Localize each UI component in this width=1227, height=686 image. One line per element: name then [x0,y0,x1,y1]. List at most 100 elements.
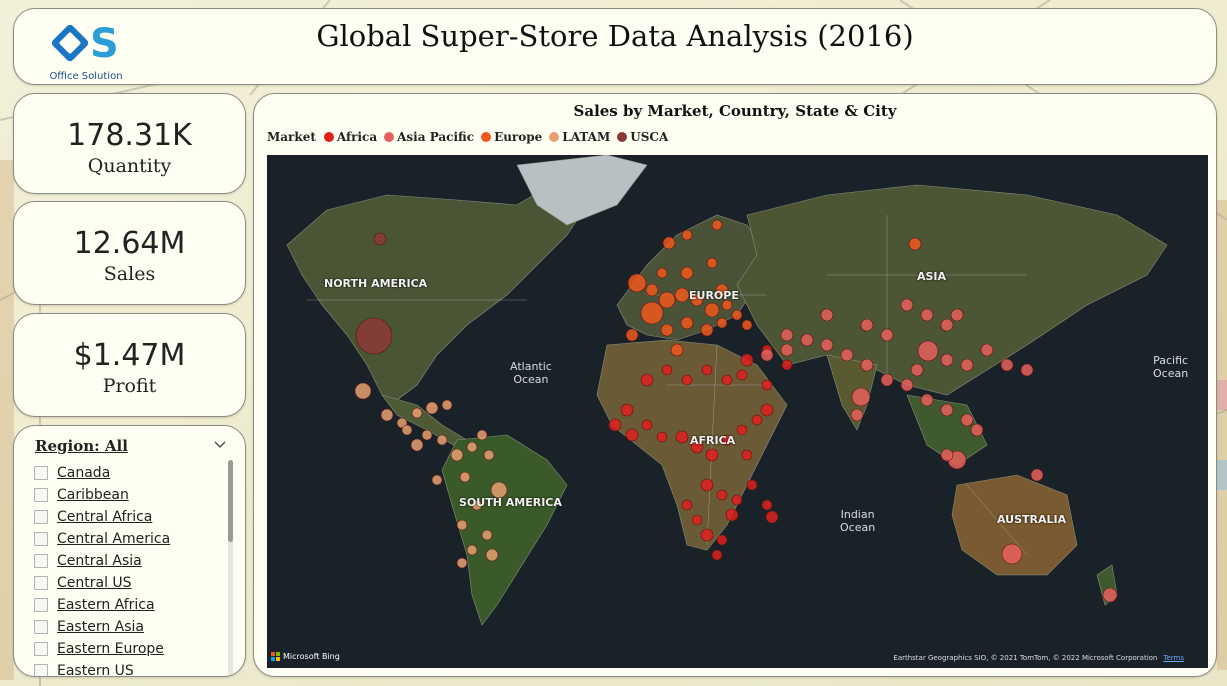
checkbox[interactable] [34,620,48,634]
slicer-scrollbar[interactable] [228,460,233,675]
sales-bubble[interactable] [705,448,719,462]
world-map[interactable]: NORTH AMERICA EUROPE ASIA AFRICA SOUTH A… [267,155,1208,668]
sales-bubble[interactable] [645,283,659,297]
sales-bubble[interactable] [436,434,448,446]
sales-bubble[interactable] [820,338,834,352]
sales-bubble[interactable] [860,318,874,332]
sales-bubble[interactable] [459,471,471,483]
chevron-down-icon[interactable] [213,440,227,450]
sales-bubble[interactable] [721,374,733,386]
legend-item-usca[interactable]: USCA [617,130,668,144]
sales-bubble[interactable] [608,418,622,432]
sales-bubble[interactable] [675,430,689,444]
sales-bubble[interactable] [1020,363,1034,377]
sales-bubble[interactable] [960,358,974,372]
sales-bubbles[interactable] [267,155,1208,668]
sales-bubble[interactable] [481,529,493,541]
slicer-item[interactable]: Caribbean [34,484,224,506]
checkbox[interactable] [34,554,48,568]
sales-bubble[interactable] [658,291,676,309]
sales-bubble[interactable] [410,438,424,452]
sales-bubble[interactable] [900,378,914,392]
sales-bubble[interactable] [355,317,393,355]
sales-bubble[interactable] [736,369,748,381]
checkbox[interactable] [34,466,48,480]
slicer-item[interactable]: Eastern Europe [34,638,224,660]
sales-bubble[interactable] [680,266,694,280]
sales-bubble[interactable] [820,308,834,322]
sales-bubble[interactable] [960,413,974,427]
slicer-item-label[interactable]: Central Asia [57,553,142,569]
sales-bubble[interactable] [800,333,814,347]
sales-bubble[interactable] [1030,468,1044,482]
sales-bubble[interactable] [765,510,779,524]
checkbox[interactable] [34,576,48,590]
sales-bubble[interactable] [701,364,713,376]
sales-bubble[interactable] [741,319,753,331]
sales-bubble[interactable] [681,229,693,241]
slicer-item[interactable]: Central America [34,528,224,550]
sales-bubble[interactable] [736,424,748,436]
sales-bubble[interactable] [411,407,423,419]
sales-bubble[interactable] [656,431,668,443]
checkbox[interactable] [34,532,48,546]
sales-bubble[interactable] [917,340,939,362]
sales-bubble[interactable] [711,549,723,561]
sales-bubble[interactable] [1000,358,1014,372]
sales-bubble[interactable] [421,429,433,441]
sales-bubble[interactable] [760,403,774,417]
sales-bubble[interactable] [691,514,703,526]
sales-bubble[interactable] [681,499,693,511]
sales-bubble[interactable] [640,301,664,325]
checkbox[interactable] [34,598,48,612]
sales-bubble[interactable] [940,353,954,367]
sales-bubble[interactable] [716,317,728,329]
sales-bubble[interactable] [700,528,714,542]
sales-bubble[interactable] [466,441,478,453]
slicer-item[interactable]: Central Asia [34,550,224,572]
sales-bubble[interactable] [780,328,794,342]
sales-bubble[interactable] [441,399,453,411]
sales-bubble[interactable] [711,219,723,231]
sales-bubble[interactable] [485,548,499,562]
slicer-item[interactable]: Canada [34,462,224,484]
sales-bubble[interactable] [456,519,468,531]
sales-bubble[interactable] [401,424,413,436]
sales-bubble[interactable] [431,474,443,486]
sales-bubble[interactable] [940,318,954,332]
sales-bubble[interactable] [476,429,488,441]
sales-bubble[interactable] [450,448,464,462]
sales-bubble[interactable] [373,232,387,246]
sales-bubble[interactable] [781,359,793,371]
sales-bubble[interactable] [731,494,743,506]
sales-bubble[interactable] [761,499,773,511]
sales-bubble[interactable] [425,401,439,415]
sales-bubble[interactable] [662,236,676,250]
sales-bubble[interactable] [700,323,714,337]
sales-bubble[interactable] [725,508,739,522]
slicer-item-label[interactable]: Central America [57,531,170,547]
sales-bubble[interactable] [640,373,654,387]
sales-bubble[interactable] [880,328,894,342]
slicer-item[interactable]: Eastern Asia [34,616,224,638]
slicer-item-label[interactable]: Eastern US [57,663,134,676]
sales-bubble[interactable] [716,534,728,546]
sales-bubble[interactable] [950,308,964,322]
sales-bubble[interactable] [940,403,954,417]
legend-item-asia-pacific[interactable]: Asia Pacific [384,130,474,144]
sales-bubble[interactable] [920,393,934,407]
sales-bubble[interactable] [661,364,673,376]
sales-bubble[interactable] [641,419,653,431]
sales-bubble[interactable] [850,408,864,422]
sales-bubble[interactable] [908,237,922,251]
sales-bubble[interactable] [680,316,694,330]
sales-bubble[interactable] [625,428,639,442]
sales-bubble[interactable] [456,557,468,569]
sales-bubble[interactable] [780,343,794,357]
scrollbar-thumb[interactable] [228,460,233,542]
checkbox[interactable] [34,642,48,656]
sales-bubble[interactable] [741,449,753,461]
sales-bubble[interactable] [761,379,773,391]
sales-bubble[interactable] [483,449,495,461]
slicer-item-label[interactable]: Canada [57,465,110,481]
